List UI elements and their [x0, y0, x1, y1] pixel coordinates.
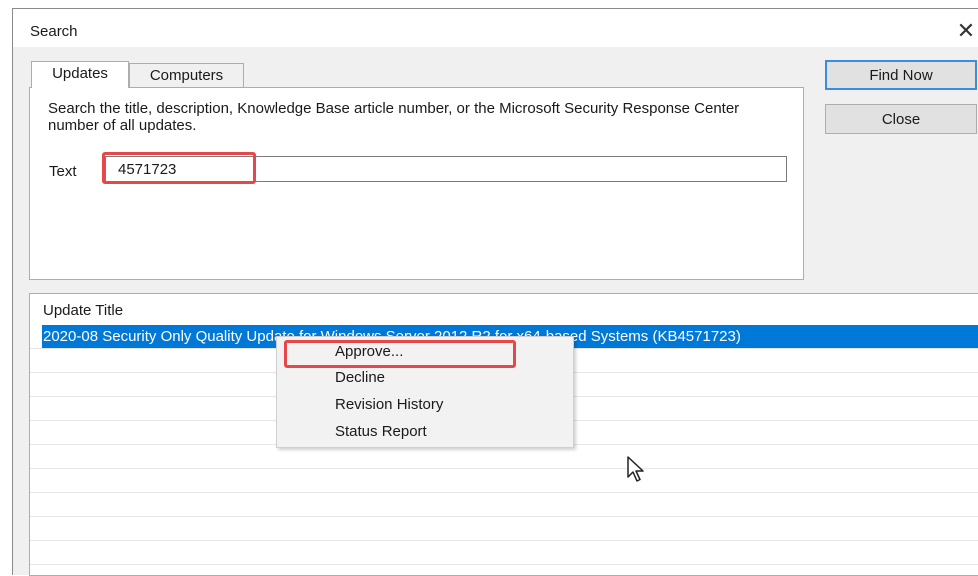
menu-item-revision-history[interactable]: Revision History	[335, 394, 443, 416]
column-header-update-title[interactable]: Update Title	[43, 302, 123, 319]
row-divider	[30, 564, 978, 565]
row-divider	[30, 540, 978, 541]
row-divider	[30, 492, 978, 493]
menu-item-approve[interactable]: Approve...	[335, 341, 403, 363]
context-menu: Approve... Decline Revision History Stat…	[276, 336, 574, 448]
title-bar: Search ✕	[13, 9, 978, 47]
menu-item-status-report[interactable]: Status Report	[335, 421, 427, 443]
search-dialog: Search ✕ Updates Computers Search the ti…	[12, 8, 978, 576]
text-label: Text	[49, 163, 77, 180]
row-divider	[30, 468, 978, 469]
updates-tab-panel: Search the title, description, Knowledge…	[29, 87, 804, 280]
menu-item-decline[interactable]: Decline	[335, 367, 385, 389]
search-description: Search the title, description, Knowledge…	[48, 100, 740, 134]
window-title: Search	[30, 23, 78, 40]
mouse-pointer-icon	[627, 456, 644, 482]
tab-updates[interactable]: Updates	[31, 61, 129, 88]
close-button[interactable]: Close	[825, 104, 977, 134]
find-now-button[interactable]: Find Now	[825, 60, 977, 90]
close-icon[interactable]: ✕	[953, 17, 978, 45]
tab-computers[interactable]: Computers	[129, 63, 244, 87]
search-text-input[interactable]	[105, 156, 787, 182]
row-divider	[30, 516, 978, 517]
